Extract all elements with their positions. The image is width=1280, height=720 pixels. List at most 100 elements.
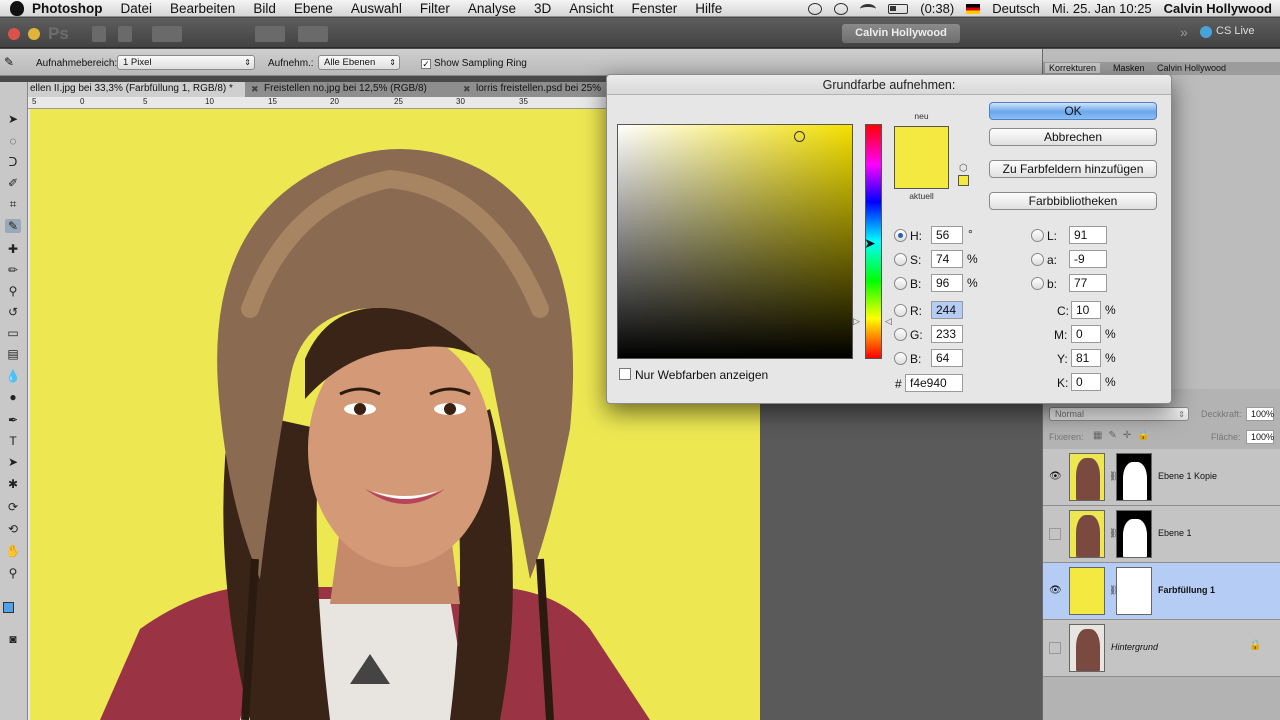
tab-calvin-hollywood[interactable]: Calvin Hollywood (1153, 63, 1230, 73)
lock-icons[interactable]: ▦✎✛🔒 (1093, 430, 1156, 441)
ok-button[interactable]: OK (989, 102, 1157, 120)
hand-tool-icon[interactable]: ✋ (5, 544, 21, 558)
blur-tool-icon[interactable]: 💧 (5, 369, 21, 383)
screen-mode-icon[interactable] (255, 26, 285, 42)
blend-mode-select[interactable]: Normal (1049, 407, 1189, 421)
quick-mask-icon[interactable]: ◙ (5, 632, 21, 646)
eye-icon[interactable]: 👁 (1049, 471, 1062, 483)
tab-korrekturen[interactable]: Korrekturen (1045, 63, 1101, 73)
fill-field[interactable]: 100% (1246, 430, 1274, 444)
hex-field[interactable]: f4e940 (905, 374, 963, 392)
eye-hidden-icon[interactable] (1049, 642, 1061, 654)
history-brush-tool-icon[interactable]: ↺ (5, 305, 21, 319)
red-radio[interactable] (894, 304, 907, 317)
wifi-icon[interactable] (860, 3, 877, 14)
sample-size-select[interactable]: 1 Pixel (117, 55, 255, 70)
layer-mask-thumbnail[interactable] (1116, 453, 1152, 501)
menu-fenster[interactable]: Fenster (632, 1, 678, 16)
hue-slider-handle-right[interactable]: ◁ (885, 316, 892, 327)
color-field[interactable] (617, 124, 853, 359)
menu-app-name[interactable]: Photoshop (32, 1, 103, 16)
cube-icon[interactable]: ⬡ (959, 163, 968, 174)
cyan-field[interactable]: 10 (1071, 301, 1101, 319)
lasso-tool-icon[interactable]: ᑐ (5, 155, 21, 169)
close-tab-icon[interactable]: ✖ (251, 82, 259, 96)
menu-hilfe[interactable]: Hilfe (695, 1, 722, 16)
bridge-icon[interactable] (92, 26, 106, 42)
cs-live-button[interactable]: CS Live (1216, 25, 1255, 37)
current-color-swatch[interactable] (894, 158, 949, 189)
add-to-swatches-button[interactable]: Zu Farbfeldern hinzufügen (989, 160, 1157, 178)
layer-mask-thumbnail[interactable] (1116, 567, 1152, 615)
lab-l-radio[interactable] (1031, 229, 1044, 242)
layer-row[interactable]: Hintergrund 🔒 (1043, 620, 1280, 677)
brightness-field[interactable]: 96 (931, 274, 963, 292)
web-colors-only-checkbox[interactable]: Nur Webfarben anzeigen (619, 368, 768, 382)
brush-tool-icon[interactable]: ✏ (5, 263, 21, 277)
input-language[interactable]: Deutsch (992, 1, 1040, 16)
menu-bild[interactable]: Bild (253, 1, 276, 16)
opacity-field[interactable]: 100% (1246, 407, 1274, 421)
menu-datei[interactable]: Datei (121, 1, 153, 16)
user-name[interactable]: Calvin Hollywood (1164, 1, 1272, 16)
extras-icon[interactable] (298, 26, 328, 42)
menu-ebene[interactable]: Ebene (294, 1, 333, 16)
foreground-color-swatch[interactable] (3, 602, 14, 613)
move-tool-icon[interactable]: ➤ (5, 112, 21, 126)
blue-field[interactable]: 64 (931, 349, 963, 367)
flag-icon[interactable] (966, 3, 981, 14)
eye-hidden-icon[interactable] (1049, 528, 1061, 540)
hue-radio[interactable] (894, 229, 907, 242)
color-libraries-button[interactable]: Farbbibliotheken (989, 192, 1157, 210)
healing-brush-tool-icon[interactable]: ✚ (5, 242, 21, 256)
menu-auswahl[interactable]: Auswahl (351, 1, 402, 16)
tab-document-1[interactable]: ellen II.jpg bei 33,3% (Farbfüllung 1, R… (0, 82, 245, 97)
web-color-swatch[interactable] (958, 175, 969, 186)
black-field[interactable]: 0 (1071, 373, 1101, 391)
eye-icon[interactable]: 👁 (1049, 585, 1062, 597)
lab-b-field[interactable]: 77 (1069, 274, 1107, 292)
mini-bridge-icon[interactable] (118, 26, 132, 42)
lab-b-radio[interactable] (1031, 277, 1044, 290)
menu-bearbeiten[interactable]: Bearbeiten (170, 1, 235, 16)
workspace-switcher[interactable]: Calvin Hollywood (842, 24, 960, 43)
path-selection-tool-icon[interactable]: ➤ (5, 455, 21, 469)
tab-document-3[interactable]: ✖ lorris freistellen.psd bei 25% (458, 82, 610, 97)
saturation-radio[interactable] (894, 253, 907, 266)
minimize-window-button[interactable] (28, 28, 40, 40)
eyedropper-tool-icon[interactable]: ✎ (5, 219, 21, 233)
lab-l-field[interactable]: 91 (1069, 226, 1107, 244)
eyedropper-preset-icon[interactable]: ✎ (4, 55, 14, 69)
brightness-radio[interactable] (894, 277, 907, 290)
hue-field[interactable]: 56 (931, 226, 963, 244)
close-tab-icon[interactable]: ✖ (463, 82, 471, 96)
quick-selection-tool-icon[interactable]: ✐ (5, 176, 21, 190)
3d-rotate-tool-icon[interactable]: ⟳ (5, 500, 21, 514)
apple-icon[interactable] (10, 0, 24, 16)
chevron-right-icon[interactable]: » (1180, 24, 1188, 40)
color-field-marker[interactable] (794, 131, 805, 142)
tab-masken[interactable]: Masken (1109, 63, 1149, 73)
menu-ansicht[interactable]: Ansicht (569, 1, 613, 16)
3d-orbit-tool-icon[interactable]: ⟲ (5, 522, 21, 536)
arrange-documents-icon[interactable] (152, 26, 182, 42)
layer-mask-thumbnail[interactable] (1116, 510, 1152, 558)
show-sampling-ring-checkbox[interactable]: ✓ Show Sampling Ring (421, 58, 527, 69)
dodge-tool-icon[interactable]: ● (5, 390, 21, 404)
eraser-tool-icon[interactable]: ▭ (5, 326, 21, 340)
shape-tool-icon[interactable]: ✱ (5, 477, 21, 491)
green-radio[interactable] (894, 328, 907, 341)
hue-slider-handle-left[interactable]: ▷ (853, 316, 860, 327)
sample-layers-select[interactable]: Alle Ebenen (318, 55, 400, 70)
pen-tool-icon[interactable]: ✒ (5, 413, 21, 427)
lab-a-radio[interactable] (1031, 253, 1044, 266)
layer-row[interactable]: 👁 ⛓ Ebene 1 Kopie (1043, 449, 1280, 506)
sync-icon[interactable] (808, 2, 823, 15)
green-field[interactable]: 233 (931, 325, 963, 343)
yellow-field[interactable]: 81 (1071, 349, 1101, 367)
battery-icon[interactable] (888, 3, 909, 14)
lab-a-field[interactable]: -9 (1069, 250, 1107, 268)
magenta-field[interactable]: 0 (1071, 325, 1101, 343)
clone-stamp-tool-icon[interactable]: ⚲ (5, 284, 21, 298)
layer-row[interactable]: ⛓ Ebene 1 (1043, 506, 1280, 563)
